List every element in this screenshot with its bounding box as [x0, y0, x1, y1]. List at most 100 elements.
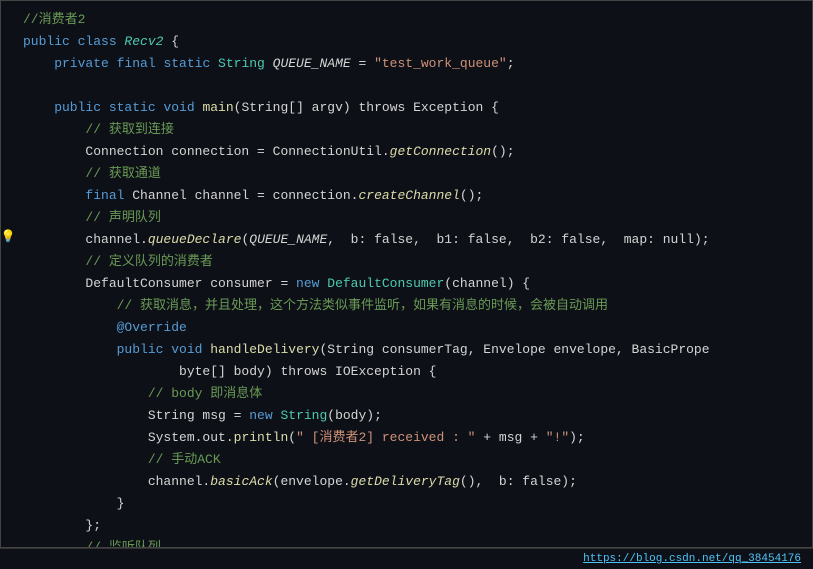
code-line: System.out.println(" [消费者2] received : "… — [1, 427, 812, 449]
code-line: } — [1, 493, 812, 515]
token: // body 即消息体 — [23, 386, 262, 401]
code-line: // 监听队列。 — [1, 537, 812, 548]
token: ( — [288, 430, 296, 445]
code-line: String msg = new String(body); — [1, 405, 812, 427]
token: final — [117, 56, 164, 71]
token: DefaultConsumer consumer = — [23, 276, 296, 291]
code-text: // 监听队列。 — [15, 537, 812, 548]
token: (String[] argv) throws Exception { — [234, 100, 499, 115]
code-line: // 获取消息，并且处理，这个方法类似事件监听，如果有消息的时候，会被自动调用 — [1, 295, 812, 317]
token: public — [23, 100, 109, 115]
code-text: String msg = new String(body); — [15, 405, 812, 427]
token: } — [23, 496, 124, 511]
token: ; — [507, 56, 515, 71]
token — [23, 320, 117, 335]
token: , b: false, b1: false, b2: false, map: n… — [327, 232, 709, 247]
code-line: DefaultConsumer consumer = new DefaultCo… — [1, 273, 812, 295]
code-text: final Channel channel = connection.creat… — [15, 185, 812, 207]
token: { — [163, 34, 179, 49]
bulb-icon: 💡 — [1, 229, 16, 244]
token: (channel) { — [444, 276, 530, 291]
code-text: // 获取到连接 — [15, 119, 812, 141]
token: // 获取通道 — [23, 166, 161, 181]
token: (envelope. — [273, 474, 351, 489]
code-text — [15, 75, 812, 97]
token: new — [296, 276, 327, 291]
code-line: private final static String QUEUE_NAME =… — [1, 53, 812, 75]
code-text: // 获取通道 — [15, 163, 812, 185]
token: ); — [569, 430, 585, 445]
token: " [消费者2] received : " — [296, 430, 475, 445]
token: private — [23, 56, 117, 71]
token: class — [78, 34, 125, 49]
code-editor: //消费者2 public class Recv2 { private final… — [0, 0, 813, 548]
code-text: DefaultConsumer consumer = new DefaultCo… — [15, 273, 812, 295]
footer-link[interactable]: https://blog.csdn.net/qq_38454176 — [0, 548, 813, 569]
code-text: channel.basicAck(envelope.getDeliveryTag… — [15, 471, 812, 493]
token: "!" — [546, 430, 569, 445]
token: (); — [491, 144, 514, 159]
token: Recv2 — [124, 34, 163, 49]
code-text: byte[] body) throws IOException { — [15, 361, 812, 383]
code-line: final Channel channel = connection.creat… — [1, 185, 812, 207]
token: @Override — [117, 320, 187, 335]
code-line: public class Recv2 { — [1, 31, 812, 53]
code-text: //消费者2 — [15, 9, 812, 31]
code-text: private final static String QUEUE_NAME =… — [15, 53, 812, 75]
token: // 定义队列的消费者 — [23, 254, 213, 269]
token: (String consumerTag, Envelope envelope, … — [319, 342, 709, 357]
token: static — [163, 56, 218, 71]
token: static — [109, 100, 164, 115]
code-text: } — [15, 493, 812, 515]
token: void — [171, 342, 210, 357]
token: channel. — [23, 474, 210, 489]
token: handleDelivery — [210, 342, 319, 357]
code-line: byte[] body) throws IOException { — [1, 361, 812, 383]
token: (); — [460, 188, 483, 203]
token: queueDeclare — [148, 232, 242, 247]
code-text: channel.queueDeclare(QUEUE_NAME, b: fals… — [15, 229, 812, 251]
token: String msg = — [23, 408, 249, 423]
token: QUEUE_NAME — [273, 56, 351, 71]
code-line: // 定义队列的消费者 — [1, 251, 812, 273]
code-line: // 手动ACK — [1, 449, 812, 471]
token: // 手动ACK — [23, 452, 221, 467]
token: final — [23, 188, 132, 203]
code-text: public static void main(String[] argv) t… — [15, 97, 812, 119]
token: // 获取到连接 — [23, 122, 174, 137]
token: (body); — [327, 408, 382, 423]
token: String — [218, 56, 273, 71]
code-text: // 获取消息，并且处理，这个方法类似事件监听，如果有消息的时候，会被自动调用 — [15, 295, 812, 317]
token: String — [280, 408, 327, 423]
token: // 声明队列 — [23, 210, 161, 225]
code-text: }; — [15, 515, 812, 537]
token: (), b: false); — [460, 474, 577, 489]
token: Channel channel = connection. — [132, 188, 358, 203]
code-text: // body 即消息体 — [15, 383, 812, 405]
token: DefaultConsumer — [327, 276, 444, 291]
code-text: // 定义队列的消费者 — [15, 251, 812, 273]
token: channel. — [23, 232, 148, 247]
token: //消费者2 — [23, 12, 85, 27]
code-line: public static void main(String[] argv) t… — [1, 97, 812, 119]
code-line: // 获取到连接 — [1, 119, 812, 141]
code-line: channel.basicAck(envelope.getDeliveryTag… — [1, 471, 812, 493]
token: main — [202, 100, 233, 115]
token: getDeliveryTag — [351, 474, 460, 489]
token: Connection connection = ConnectionUtil. — [23, 144, 390, 159]
code-line: @Override — [1, 317, 812, 339]
token: + msg + — [476, 430, 546, 445]
token: QUEUE_NAME — [249, 232, 327, 247]
code-line: }; — [1, 515, 812, 537]
code-line: //消费者2 — [1, 9, 812, 31]
code-text: Connection connection = ConnectionUtil.g… — [15, 141, 812, 163]
token: public — [23, 34, 78, 49]
code-line: // body 即消息体 — [1, 383, 812, 405]
code-line: 💡 channel.queueDeclare(QUEUE_NAME, b: fa… — [1, 229, 812, 251]
code-text: public class Recv2 { — [15, 31, 812, 53]
token: = — [351, 56, 374, 71]
token: new — [249, 408, 280, 423]
code-line: // 获取通道 — [1, 163, 812, 185]
code-text: // 手动ACK — [15, 449, 812, 471]
code-text: @Override — [15, 317, 812, 339]
